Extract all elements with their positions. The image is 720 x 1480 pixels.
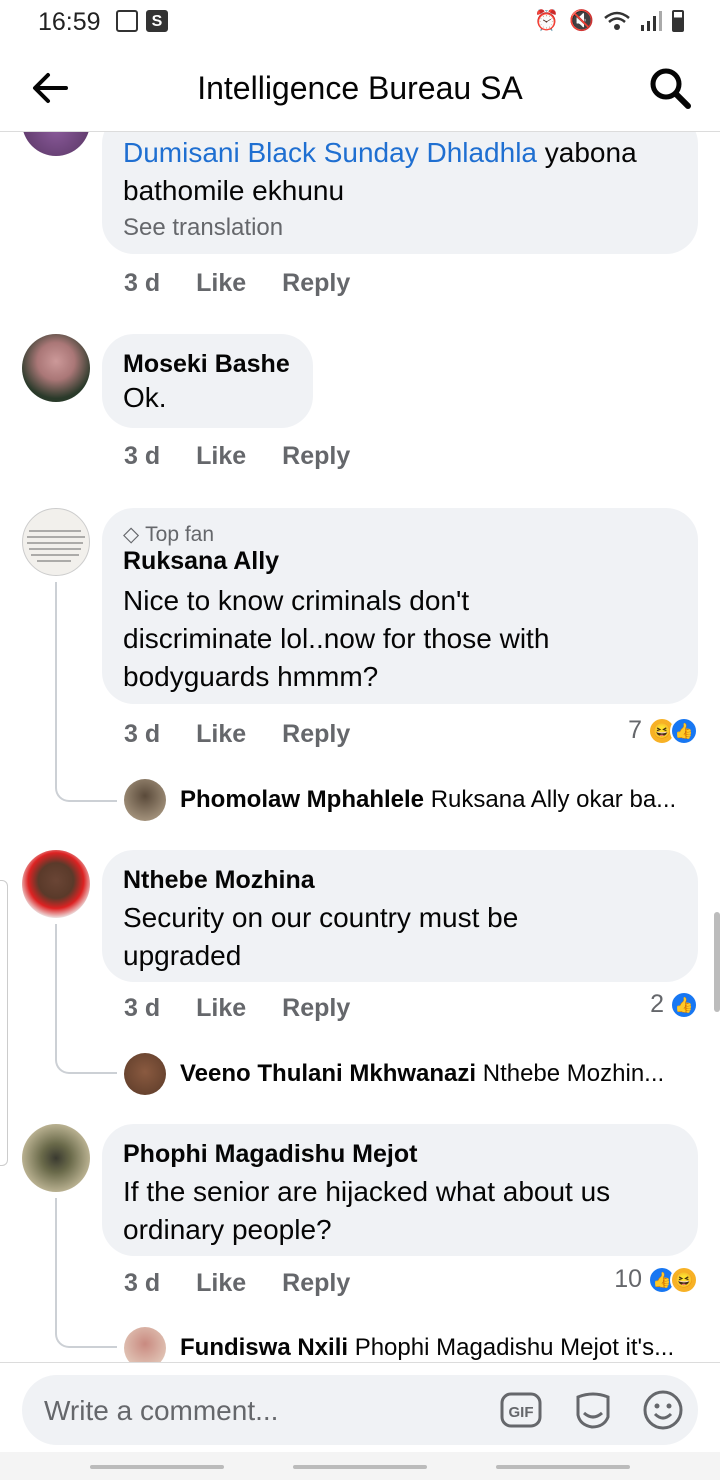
nav-recent-button[interactable] <box>90 1465 224 1469</box>
comment-text-line: discriminate lol..now for those with <box>123 623 550 654</box>
text-image-icon <box>27 530 85 562</box>
mute-icon: 🔇 <box>569 10 594 32</box>
reply-button[interactable]: Reply <box>282 442 350 471</box>
nav-home-button[interactable] <box>293 1465 427 1469</box>
avatar[interactable] <box>22 132 90 156</box>
diamond-icon: ◇ <box>123 523 140 546</box>
like-reaction-icon: 👍 <box>670 716 698 745</box>
reply-preview[interactable]: Veeno Thulani Mkhwanazi Nthebe Mozhin... <box>124 1053 704 1095</box>
like-button[interactable]: Like <box>196 994 246 1023</box>
sticker-icon[interactable] <box>572 1389 614 1431</box>
edge-panel-handle[interactable] <box>0 880 8 1166</box>
comment-actions: 3 d Like Reply <box>124 442 350 471</box>
comment-time[interactable]: 3 d <box>124 269 160 298</box>
reaction-count: 7 <box>628 716 642 744</box>
reaction-summary[interactable]: 10 👍 😆 <box>614 1265 698 1294</box>
avatar[interactable] <box>22 1124 90 1192</box>
comment-author[interactable]: Moseki Bashe <box>123 350 292 379</box>
see-translation-link[interactable]: See translation <box>123 214 677 242</box>
avatar[interactable] <box>22 334 90 402</box>
wifi-icon <box>604 11 630 30</box>
battery-icon <box>672 9 684 32</box>
avatar <box>124 779 166 821</box>
comment-bubble[interactable]: Moseki Bashe Ok. <box>102 334 313 428</box>
comment-text-line: bodyguards hmmm? <box>123 661 379 692</box>
reaction-count: 10 <box>614 1265 642 1293</box>
reply-author: Veeno Thulani Mkhwanazi <box>180 1060 477 1087</box>
comment-actions: 3 d Like Reply <box>124 720 350 749</box>
comment-text-line: ordinary people? <box>123 1214 332 1245</box>
image-icon <box>116 10 138 32</box>
search-icon[interactable] <box>648 66 692 110</box>
like-button[interactable]: Like <box>196 269 246 298</box>
comment-input[interactable]: Write a comment... GIF <box>22 1375 698 1445</box>
comment-text-line: If the senior are hijacked what about us <box>123 1176 611 1207</box>
avatar <box>124 1053 166 1095</box>
system-nav-bar <box>0 1452 720 1480</box>
reply-preview[interactable]: Fundiswa Nxili Phophi Magadishu Mejot it… <box>124 1327 704 1362</box>
comment-text-line: upgraded <box>123 940 242 971</box>
emoji-icon[interactable] <box>642 1389 684 1431</box>
comment-actions: 3 d Like Reply <box>124 994 350 1023</box>
nav-back-button[interactable] <box>496 1465 630 1469</box>
reaction-summary[interactable]: 7 😆 👍 <box>628 716 698 745</box>
app-header: Intelligence Bureau SA <box>0 46 720 132</box>
comment-author[interactable]: Ruksana Ally <box>123 547 677 576</box>
comment-text-line: Nice to know criminals don't <box>123 585 470 616</box>
reply-author: Fundiswa Nxili <box>180 1334 349 1361</box>
svg-text:GIF: GIF <box>509 1404 534 1421</box>
reply-button[interactable]: Reply <box>282 1269 350 1298</box>
page-title: Intelligence Bureau SA <box>197 70 523 106</box>
haha-reaction-icon: 😆 <box>670 1265 698 1294</box>
comment-bubble[interactable]: Nthebe Mozhina Security on our country m… <box>102 850 698 982</box>
reply-preview[interactable]: Phomolaw Mphahlele Ruksana Ally okar ba.… <box>124 779 704 821</box>
avatar[interactable] <box>22 508 90 576</box>
comment-time[interactable]: 3 d <box>124 994 160 1023</box>
avatar <box>124 1327 166 1362</box>
status-bar: 16:59 S ⏰ 🔇 <box>0 0 720 46</box>
status-time: 16:59 <box>38 8 101 36</box>
reply-button[interactable]: Reply <box>282 720 350 749</box>
alarm-icon: ⏰ <box>534 10 560 32</box>
comment-text: Ok. <box>123 382 167 413</box>
like-button[interactable]: Like <box>196 442 246 471</box>
gif-icon[interactable]: GIF <box>500 1389 542 1431</box>
reply-button[interactable]: Reply <box>282 994 350 1023</box>
comment-text-line: Security on our country must be <box>123 902 519 933</box>
comment-bubble[interactable]: Phophi Magadishu Mejot If the senior are… <box>102 1124 698 1256</box>
comment-time[interactable]: 3 d <box>124 720 160 749</box>
reply-button[interactable]: Reply <box>282 269 350 298</box>
comment-bubble[interactable]: Dumisani Black Sunday Dhladhla yabona ba… <box>102 132 698 254</box>
like-button[interactable]: Like <box>196 1269 246 1298</box>
avatar[interactable] <box>22 850 90 918</box>
comment-placeholder: Write a comment... <box>44 1395 279 1426</box>
comment-author[interactable]: Nthebe Mozhina <box>123 866 677 895</box>
mention-link[interactable]: Dumisani Black Sunday Dhladhla <box>123 137 537 168</box>
scrollbar[interactable] <box>714 912 720 1012</box>
top-fan-badge: Top fan <box>145 522 215 546</box>
reply-text: Phophi Magadishu Mejot it's... <box>354 1334 675 1361</box>
comment-composer: Write a comment... GIF <box>0 1362 720 1452</box>
s-icon: S <box>146 10 168 32</box>
comment-author[interactable]: Phophi Magadishu Mejot <box>123 1140 677 1169</box>
reaction-summary[interactable]: 2 👍 <box>650 990 698 1019</box>
like-reaction-icon: 👍 <box>670 990 698 1019</box>
reply-text: Nthebe Mozhin... <box>482 1060 665 1087</box>
reaction-count: 2 <box>650 990 664 1018</box>
like-button[interactable]: Like <box>196 720 246 749</box>
comment-time[interactable]: 3 d <box>124 442 160 471</box>
reply-author: Phomolaw Mphahlele <box>180 786 425 813</box>
reply-text: Ruksana Ally okar ba... <box>430 786 677 813</box>
comment-bubble[interactable]: ◇ Top fan Ruksana Ally Nice to know crim… <box>102 508 698 704</box>
signal-icon <box>641 10 662 31</box>
comment-time[interactable]: 3 d <box>124 1269 160 1298</box>
comment-actions: 3 d Like Reply <box>124 269 350 298</box>
comments-feed[interactable]: Dumisani Black Sunday Dhladhla yabona ba… <box>0 132 720 1362</box>
comment-actions: 3 d Like Reply <box>124 1269 350 1298</box>
